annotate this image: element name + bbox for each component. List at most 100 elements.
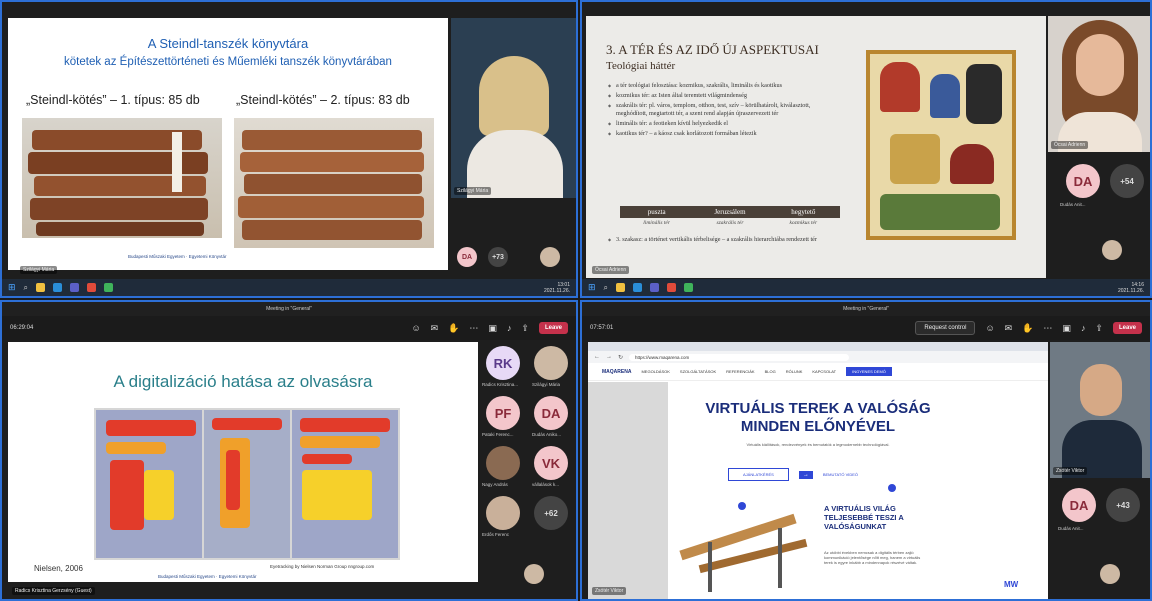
participant-avatar-photo[interactable] xyxy=(534,346,568,380)
edge-icon[interactable] xyxy=(633,283,643,292)
file-explorer-icon[interactable] xyxy=(36,283,46,292)
app-icon[interactable] xyxy=(684,283,694,292)
camera-icon[interactable]: ▣ xyxy=(1062,323,1071,334)
participant-avatar-photo[interactable] xyxy=(486,496,520,530)
more-participants-count[interactable]: +43 xyxy=(1106,488,1140,522)
participant-name: Radics Krisztina... xyxy=(482,382,519,387)
participant-avatar[interactable]: PF xyxy=(486,396,520,430)
participant-name: Dudás Anit... xyxy=(1060,202,1086,207)
bullet-item: kaotikus tér? – a káosz csak korlátozott… xyxy=(608,130,838,138)
search-icon[interactable]: ⌕ xyxy=(604,283,608,293)
participant-name: Erdős Ferenc xyxy=(482,532,510,537)
file-explorer-icon[interactable] xyxy=(616,283,626,292)
demo-button[interactable]: INGYENES DEMÓ xyxy=(846,367,892,376)
space-table: puszta Jeruzsálem hegytető liminális tér… xyxy=(620,206,840,228)
system-clock: 13:01 2021.11.26. xyxy=(544,282,570,294)
shared-slide: A Steindl-tanszék könyvtára kötetek az É… xyxy=(8,18,448,270)
photo-binding-type-2 xyxy=(234,118,434,248)
more-participants-count[interactable]: +73 xyxy=(488,247,508,267)
participant-avatar[interactable]: DA xyxy=(1066,164,1100,198)
quote-request-button[interactable]: AJÁNLATKÉRÉS xyxy=(728,468,789,481)
participants-icon[interactable]: ☺ xyxy=(411,323,420,333)
slide-subtitle: kötetek az Építészettörténeti és Műemlék… xyxy=(64,56,392,68)
chrome-icon[interactable] xyxy=(87,283,97,292)
slide-title: A digitalizáció hatása az olvasásra xyxy=(113,372,373,391)
presenter-video-tile: Szilágyi Mária xyxy=(451,18,576,198)
windows-start-icon[interactable]: ⊞ xyxy=(588,282,596,293)
bullet-list: a tér teológiai felosztása: kozmikus, sz… xyxy=(608,82,838,140)
camera-icon[interactable]: ▣ xyxy=(488,323,497,334)
windows-start-icon[interactable]: ⊞ xyxy=(8,282,16,293)
participant-avatar-photo[interactable] xyxy=(1102,240,1122,260)
site-nav: MAQARENA MEGOLDÁSOK SZOLGÁLTATÁSOK REFER… xyxy=(588,363,1048,381)
microphone-icon[interactable]: ♪ xyxy=(507,323,512,333)
brand-logo-icon: MW xyxy=(1004,580,1019,589)
participant-name: Pataki Ferenc... xyxy=(482,432,514,437)
arrow-icon[interactable]: → xyxy=(798,470,813,479)
back-icon[interactable]: ← xyxy=(594,354,600,360)
chrome-icon[interactable] xyxy=(667,283,677,292)
participant-avatar[interactable]: VK xyxy=(534,446,568,480)
book-spine xyxy=(30,198,208,220)
chat-icon[interactable]: ✉ xyxy=(431,323,439,334)
reactions-icon[interactable]: ✋ xyxy=(1022,323,1033,334)
meeting-toolbar: 06:29:04 ☺ ✉ ✋ ⋯ ▣ ♪ ⇪ Leave xyxy=(2,316,576,340)
forward-icon[interactable]: → xyxy=(606,354,612,360)
participants-icon[interactable]: ☺ xyxy=(985,323,994,333)
bullet-item: a tér teológiai felosztása: kozmikus, sz… xyxy=(608,82,838,90)
book-spine xyxy=(238,196,424,218)
heatmap-panel xyxy=(292,410,398,558)
nav-link[interactable]: RÓLUNK xyxy=(786,369,803,374)
edge-icon[interactable] xyxy=(53,283,63,292)
heatmap-hotspot xyxy=(144,470,174,520)
chat-icon[interactable]: ✉ xyxy=(1005,323,1013,334)
share-screen-icon[interactable]: ⇪ xyxy=(521,323,529,334)
request-control-button[interactable]: Request control xyxy=(915,321,976,335)
nav-link[interactable]: REFERENCIÁK xyxy=(726,369,754,374)
more-participants-count[interactable]: +62 xyxy=(534,496,568,530)
url-field[interactable]: https://www.maqarena.com xyxy=(629,353,850,361)
own-video-avatar[interactable] xyxy=(1100,564,1120,584)
leave-button[interactable]: Leave xyxy=(538,322,568,334)
heatmap-hotspot xyxy=(226,450,240,510)
3d-structure-illustration xyxy=(668,492,818,599)
nav-link[interactable]: SZOLGÁLTATÁSOK xyxy=(680,369,716,374)
slide-footer-logos: Budapesti Műszaki Egyetem · Egyetemi Kön… xyxy=(128,254,227,259)
teams-icon[interactable] xyxy=(650,283,660,292)
reactions-icon[interactable]: ✋ xyxy=(448,323,459,334)
participant-name: Dudás Aniko... xyxy=(532,432,562,437)
nav-link[interactable]: MEGOLDÁSOK xyxy=(641,369,669,374)
teams-icon[interactable] xyxy=(70,283,80,292)
reload-icon[interactable]: ↻ xyxy=(618,354,623,361)
app-icon[interactable] xyxy=(104,283,114,292)
nav-link[interactable]: KAPCSOLAT xyxy=(812,369,836,374)
more-participants-count[interactable]: +54 xyxy=(1110,164,1144,198)
leave-button[interactable]: Leave xyxy=(1112,322,1142,334)
illustration-figure xyxy=(880,194,1000,230)
video-button[interactable]: BEMUTATÓ VIDEÓ xyxy=(823,472,858,477)
floating-sphere xyxy=(888,484,896,492)
clock-date: 2021.11.26. xyxy=(543,287,570,294)
heatmap-hotspot xyxy=(302,454,352,464)
shared-slide: A digitalizáció hatása az olvasásra Niel… xyxy=(8,342,478,582)
own-video-avatar[interactable] xyxy=(524,564,544,584)
book-spine xyxy=(242,130,422,150)
more-options-icon[interactable]: ⋯ xyxy=(469,323,478,334)
nav-link[interactable]: BLOG xyxy=(765,369,776,374)
microphone-icon[interactable]: ♪ xyxy=(1081,323,1086,333)
slide-footer-logos: Budapesti Műszaki Egyetem · Egyetemi Kön… xyxy=(158,574,257,579)
screen-share-top-left: A Steindl-tanszék könyvtára kötetek az É… xyxy=(0,0,578,298)
book-spine xyxy=(242,220,422,240)
participant-avatar[interactable]: DA xyxy=(1062,488,1096,522)
participant-avatar[interactable]: RK xyxy=(486,346,520,380)
participant-avatar-photo[interactable] xyxy=(540,247,560,267)
share-screen-icon[interactable]: ⇪ xyxy=(1095,323,1103,334)
participant-avatar-photo[interactable] xyxy=(486,446,520,480)
more-options-icon[interactable]: ⋯ xyxy=(1043,323,1052,334)
participant-avatar[interactable]: DA xyxy=(534,396,568,430)
table-header-cell: puszta xyxy=(647,208,666,216)
heatmap-image xyxy=(94,408,400,560)
site-logo[interactable]: MAQARENA xyxy=(602,369,631,375)
search-icon[interactable]: ⌕ xyxy=(24,283,28,293)
participant-avatar[interactable]: DA xyxy=(457,247,477,267)
